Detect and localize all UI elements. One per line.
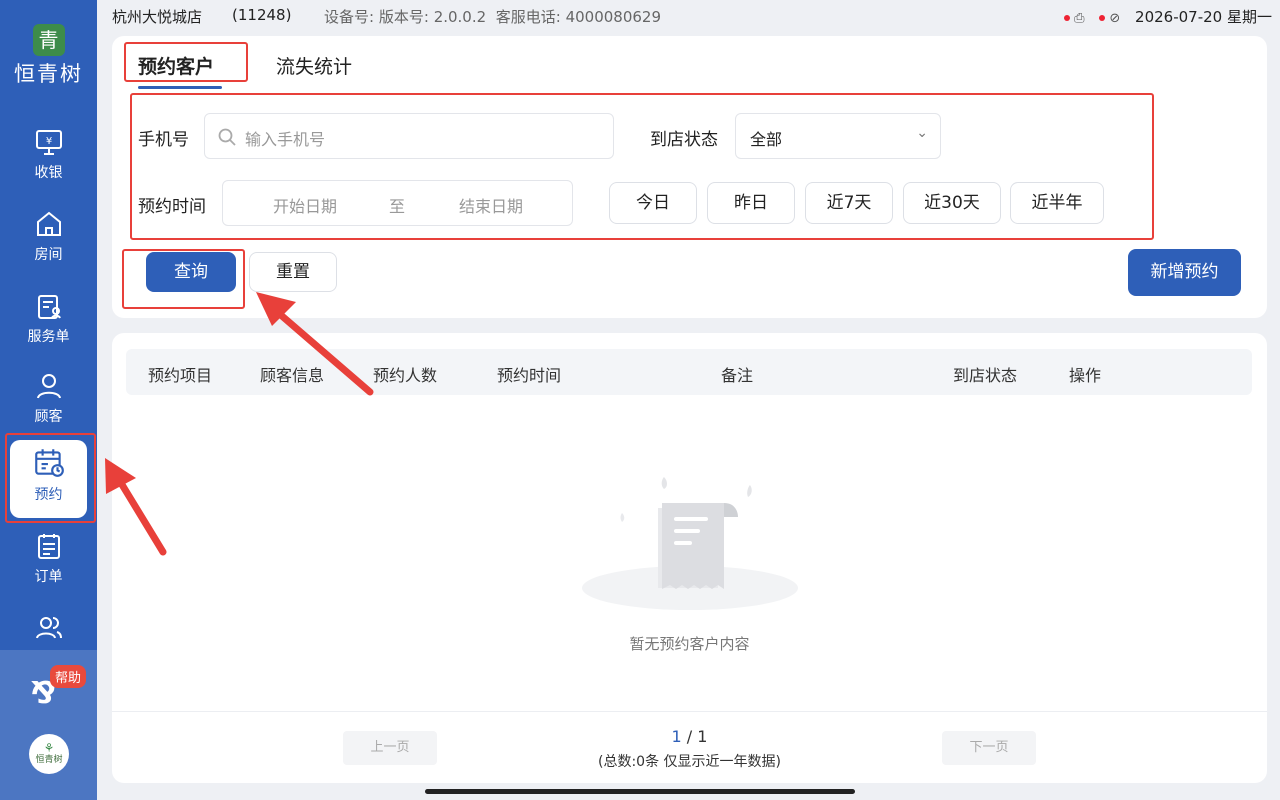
table-header: 预约项目 顾客信息 预约人数 预约时间 备注 到店状态 操作 [126,349,1252,395]
reset-button[interactable]: 重置 [249,252,337,292]
page-indicator: 1 / 1 [112,727,1267,746]
store-name: 杭州大悦城店 [112,8,203,26]
empty-receipt-icon [582,477,798,610]
pager-divider [112,711,1267,712]
avatar-text: 恒青树 [35,755,63,765]
logo-name: 恒青树 [14,62,83,86]
status-label: 到店状态 [650,130,718,150]
empty-state-text: 暂无预约客户内容 [629,635,750,653]
range-separator: 至 [389,197,406,216]
home-indicator [425,789,855,794]
list-card: 预约项目 顾客信息 预约人数 预约时间 备注 到店状态 操作 暂无预约客户内容 … [112,333,1267,783]
tab-underline [138,86,222,89]
sidebar-item-cashier[interactable]: ¥ 收银 [10,120,87,198]
column-header: 预约项目 [148,366,213,385]
sidebar-item-label: 收银 [34,165,63,181]
next-page-button[interactable]: 下一页 [942,731,1036,765]
service-order-icon [37,295,61,319]
column-header: 预约人数 [373,366,438,385]
wifi-off-icon: ⊘ [1109,11,1121,26]
status-right: ⎙ ⊘ 2026-07-20 星期一 [1064,6,1272,27]
sidebar-item-label: 预约 [34,487,63,503]
chevron-down-icon: ⌄ [916,125,928,141]
tab-appointment-customers[interactable]: 预约客户 [138,52,214,79]
datetime: 2026-07-20 星期一 [1135,8,1272,26]
status-bar: 杭州大悦城店 (11248) 设备号: 版本号: 2.0.0.2 客服电话: 4… [112,6,1272,28]
column-header: 到店状态 [953,366,1018,385]
cashier-icon: ¥ [35,130,62,155]
sidebar: 青 恒青树 ¥ 收银 房间 服务单 顾客 预约 订单 ⅋ 帮助 ⚘ 恒青树 [0,0,97,800]
hotline-value: 4000080629 [565,8,661,26]
column-header: 预约时间 [497,366,562,385]
search-icon [218,128,236,146]
sidebar-item-customer[interactable]: 顾客 [10,364,87,442]
order-icon [37,534,60,559]
total-pages: 1 [697,727,708,746]
column-header: 备注 [721,366,754,385]
network-status-dot [1099,14,1106,21]
quick-range-yesterday[interactable]: 昨日 [707,182,795,224]
sidebar-item-label: 订单 [34,569,63,585]
time-label: 预约时间 [138,197,206,217]
help-badge[interactable]: 帮助 [50,665,87,688]
help-area: ⅋ 帮助 ⚘ 恒青树 [0,650,97,800]
add-appointment-button[interactable]: 新增预约 [1128,249,1241,296]
sidebar-item-staff[interactable] [10,606,87,646]
logo-mark: 青 [32,24,65,56]
phone-input[interactable]: 输入手机号 [204,113,614,159]
column-header: 顾客信息 [260,366,325,385]
quick-range-7days[interactable]: 近7天 [805,182,893,224]
svg-text:¥: ¥ [45,136,51,147]
sidebar-item-label: 房间 [34,247,63,263]
app-logo: 青 恒青树 [0,24,97,88]
device-label: 设备号: [324,8,375,26]
avatar[interactable]: ⚘ 恒青树 [29,734,69,774]
staff-icon [35,617,62,639]
pagination-summary: (总数:0条 仅显示近一年数据) [598,754,781,770]
store-id: (11248) [232,6,292,24]
home-icon [36,211,61,236]
quick-range-half-year[interactable]: 近半年 [1010,182,1104,224]
date-range-picker[interactable]: 开始日期 至 结束日期 [222,180,573,226]
sidebar-item-label: 顾客 [34,409,63,425]
status-select-value: 全部 [750,130,783,149]
version-label: 版本号: [378,8,429,26]
hotline-label: 客服电话: [495,8,561,26]
phone-placeholder: 输入手机号 [245,130,326,149]
current-page: 1 [671,727,682,746]
customer-icon [36,374,61,399]
end-date-placeholder[interactable]: 结束日期 [459,193,523,217]
query-button[interactable]: 查询 [146,252,236,292]
sidebar-item-room[interactable]: 房间 [10,202,87,280]
calendar-icon [34,449,64,477]
printer-icon: ⎙ [1074,11,1085,26]
sidebar-item-label: 服务单 [27,329,70,345]
filter-card: 预约客户 流失统计 手机号 输入手机号 到店状态 全部 ⌄ 预约时间 开始日期 … [112,36,1267,318]
tab-churn-stats[interactable]: 流失统计 [276,52,352,79]
version-value: 2.0.0.2 [433,8,487,26]
sidebar-item-order[interactable]: 订单 [10,524,87,602]
status-select[interactable]: 全部 ⌄ [735,113,941,159]
start-date-placeholder[interactable]: 开始日期 [273,193,337,217]
device-info: 设备号: 版本号: 2.0.0.2 客服电话: 4000080629 [324,6,661,27]
printer-status-dot [1064,14,1071,21]
page-separator: / [681,727,698,746]
quick-range-30days[interactable]: 近30天 [903,182,1001,224]
avatar-mark-icon: ⚘ [43,741,55,755]
column-header: 操作 [1069,366,1102,385]
phone-label: 手机号 [138,130,189,150]
quick-range-today[interactable]: 今日 [609,182,697,224]
sidebar-item-appointment[interactable]: 预约 [10,440,87,518]
sidebar-item-service-order[interactable]: 服务单 [10,284,87,362]
